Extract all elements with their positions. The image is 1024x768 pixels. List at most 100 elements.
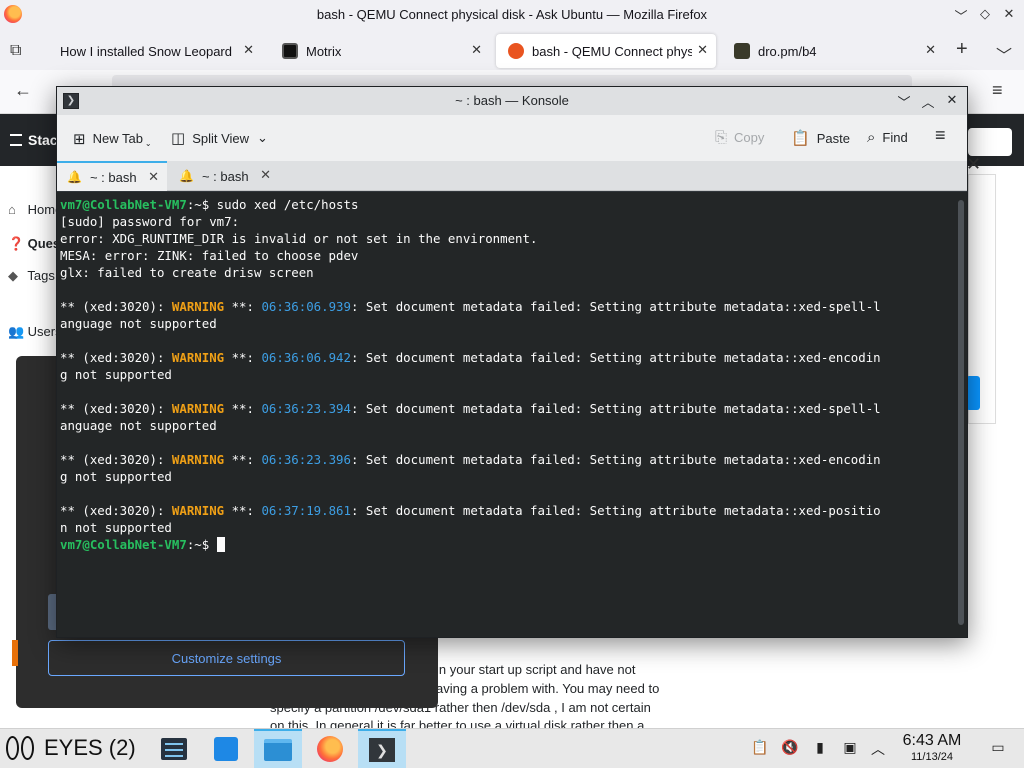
find-button[interactable]: ⌕ Find bbox=[867, 129, 908, 146]
taskbar-konsole[interactable]: ❯ bbox=[358, 729, 406, 768]
copy-button[interactable]: ⎘ Copy bbox=[715, 129, 764, 146]
volume-muted-icon[interactable]: 🔇 bbox=[780, 739, 800, 756]
clock[interactable]: 6:43 AM 11/13/24 bbox=[896, 732, 968, 763]
eyes-widget[interactable]: EYES (2) bbox=[6, 735, 136, 761]
header-pill-button[interactable] bbox=[968, 128, 1012, 156]
dro-pm-favicon-icon bbox=[734, 43, 750, 59]
firefox-titlebar: bash - QEMU Connect physical disk - Ask … bbox=[0, 0, 1024, 30]
tab-label: dro.pm/b4 bbox=[758, 43, 817, 59]
firefox-icon bbox=[317, 736, 343, 762]
firefox-tabbar: ⧉ How I installed Snow Leopard ✕ Motrix … bbox=[0, 30, 1024, 70]
site-menu-icon[interactable] bbox=[10, 134, 22, 146]
tab-close-icon[interactable]: ✕ bbox=[243, 42, 254, 58]
close-icon[interactable]: ✕ bbox=[943, 92, 961, 108]
clipboard-icon[interactable]: 📋 bbox=[750, 739, 770, 756]
tab-close-icon[interactable]: ✕ bbox=[471, 42, 482, 58]
konsole-tabbar: 🔔 ~ : bash ✕ 🔔 ~ : bash ✕ bbox=[57, 161, 967, 191]
tray-expand-icon[interactable]: ︿ bbox=[868, 739, 888, 759]
konsole-titlebar[interactable]: ❯ ~ : bash — Konsole ﹀ ︿ ✕ bbox=[57, 87, 967, 115]
taskbar-file-manager[interactable] bbox=[254, 729, 302, 768]
warning-line: ** (xed:3020): WARNING **: 06:36:23.394:… bbox=[60, 401, 881, 416]
show-desktop-icon[interactable]: ▭ bbox=[988, 739, 1008, 756]
eye-icon bbox=[21, 736, 34, 760]
taskbar: EYES (2) ❯ 📋 🔇 ▮ ▣ ︿ 6:43 AM 11/13/24 ▭ bbox=[0, 728, 1024, 768]
customize-settings-button[interactable]: Customize settings bbox=[48, 640, 405, 676]
tags-icon: ◆ bbox=[8, 268, 18, 283]
scrollbar-thumb[interactable] bbox=[958, 200, 964, 625]
bell-icon: 🔔 bbox=[67, 170, 82, 184]
new-tab-plus-icon[interactable]: + bbox=[956, 38, 968, 61]
maximize-icon[interactable]: ︿ bbox=[919, 92, 937, 111]
motrix-favicon-icon bbox=[282, 43, 298, 59]
dropdown-arrow-icon: ⌄ bbox=[144, 139, 152, 148]
warning-line: ** (xed:3020): WARNING **: 06:36:06.942:… bbox=[60, 350, 881, 365]
ask-question-button[interactable] bbox=[966, 376, 980, 410]
eye-icon bbox=[6, 736, 19, 760]
minimize-icon[interactable]: ﹀ bbox=[895, 92, 913, 111]
warning-line-cont: n not supported bbox=[60, 520, 172, 535]
paste-button[interactable]: 📋 Paste bbox=[791, 129, 850, 147]
tab-close-icon[interactable]: ✕ bbox=[925, 42, 936, 58]
maximize-icon[interactable]: ◇ bbox=[976, 6, 994, 22]
tab-close-icon[interactable]: ✕ bbox=[697, 42, 708, 58]
minimize-icon[interactable]: ﹀ bbox=[952, 6, 970, 25]
warning-line: ** (xed:3020): WARNING **: 06:37:19.861:… bbox=[60, 503, 881, 518]
close-icon[interactable]: ✕ bbox=[1000, 6, 1018, 22]
answer-line: on this. In general it is far better to … bbox=[270, 718, 645, 728]
hamburger-menu-icon[interactable]: ≡ bbox=[935, 125, 946, 146]
tab-ask-ubuntu[interactable]: bash - QEMU Connect physical disk - Ask … bbox=[496, 34, 716, 68]
cookie-accent-bar bbox=[12, 640, 18, 666]
back-arrow-icon[interactable]: ← bbox=[14, 80, 32, 101]
warning-line-cont: anguage not supported bbox=[60, 418, 217, 433]
terminal-line: glx: failed to create drisw screen bbox=[60, 265, 314, 280]
menu-hamburger-icon[interactable]: ≡ bbox=[992, 80, 1003, 101]
clock-time: 6:43 AM bbox=[902, 732, 962, 749]
tab-close-icon[interactable]: ✕ bbox=[260, 167, 271, 183]
terminal-line: error: XDG_RUNTIME_DIR is invalid or not… bbox=[60, 231, 538, 246]
split-view-icon: ◫ bbox=[171, 130, 186, 147]
eyes-label: EYES (2) bbox=[44, 735, 136, 760]
konsole-tab-1[interactable]: 🔔 ~ : bash ✕ bbox=[57, 161, 167, 191]
tab-overview-icon[interactable]: ⧉ bbox=[10, 42, 21, 60]
current-prompt-line: vm7@CollabNet-VM7:~$ bbox=[60, 536, 955, 553]
search-icon: ⌕ bbox=[867, 129, 876, 146]
file-manager-icon bbox=[264, 739, 292, 761]
warning-line: ** (xed:3020): WARNING **: 06:36:23.396:… bbox=[60, 452, 881, 467]
terminal-scrollbar[interactable] bbox=[955, 192, 967, 637]
konsole-window: ❯ ~ : bash — Konsole ﹀ ︿ ✕ ⊞ New Tab ⌄ ◫… bbox=[56, 86, 968, 638]
tab-label: Motrix bbox=[306, 43, 342, 59]
store-icon bbox=[214, 737, 238, 761]
warning-line-cont: g not supported bbox=[60, 367, 172, 382]
tab-label: How I installed Snow Leopard bbox=[60, 43, 232, 59]
split-view-button[interactable]: ◫ Split View ⌄ bbox=[171, 129, 268, 147]
terminal-output[interactable]: vm7@CollabNet-VM7:~$ sudo xed /etc/hosts… bbox=[57, 192, 955, 637]
users-icon: 👥 bbox=[8, 324, 25, 339]
nav-item-home[interactable]: ⌂ Home bbox=[8, 202, 62, 217]
tab-close-icon[interactable]: ✕ bbox=[148, 169, 159, 185]
clock-date: 11/13/24 bbox=[910, 751, 953, 763]
taskbar-system-settings[interactable] bbox=[150, 729, 198, 768]
warning-line-cont: anguage not supported bbox=[60, 316, 217, 331]
answer-line: aving a problem with. You may need to bbox=[436, 681, 660, 696]
answer-line: in your start up script and have not bbox=[436, 662, 636, 677]
network-icon[interactable]: ▣ bbox=[840, 739, 860, 756]
taskbar-firefox[interactable] bbox=[306, 729, 354, 768]
tab-snow-leopard[interactable]: How I installed Snow Leopard ✕ bbox=[48, 34, 262, 68]
konsole-toolbar: ⊞ New Tab ⌄ ◫ Split View ⌄ ⎘ Copy 📋 Past… bbox=[57, 115, 967, 161]
ask-ubuntu-favicon-icon bbox=[508, 43, 524, 59]
list-tabs-chevron-icon[interactable]: ﹀ bbox=[996, 42, 1012, 66]
system-settings-icon bbox=[161, 738, 187, 760]
new-tab-button[interactable]: ⊞ New Tab ⌄ bbox=[73, 129, 152, 149]
tab-motrix[interactable]: Motrix ✕ bbox=[270, 34, 490, 68]
chevron-down-icon: ⌄ bbox=[257, 130, 268, 145]
konsole-tab-2[interactable]: 🔔 ~ : bash ✕ bbox=[169, 161, 279, 191]
taskbar-store[interactable] bbox=[202, 729, 250, 768]
banner-close-icon[interactable]: ✕ bbox=[966, 154, 981, 175]
firefox-window-title: bash - QEMU Connect physical disk - Ask … bbox=[316, 7, 708, 22]
paste-icon: 📋 bbox=[791, 130, 810, 147]
warning-line-cont: g not supported bbox=[60, 469, 172, 484]
nav-item-tags[interactable]: ◆ Tags bbox=[8, 268, 55, 284]
nav-item-users[interactable]: 👥 Users bbox=[8, 324, 62, 340]
battery-icon[interactable]: ▮ bbox=[810, 739, 830, 756]
tab-dro-pm[interactable]: dro.pm/b4 ✕ bbox=[722, 34, 944, 68]
